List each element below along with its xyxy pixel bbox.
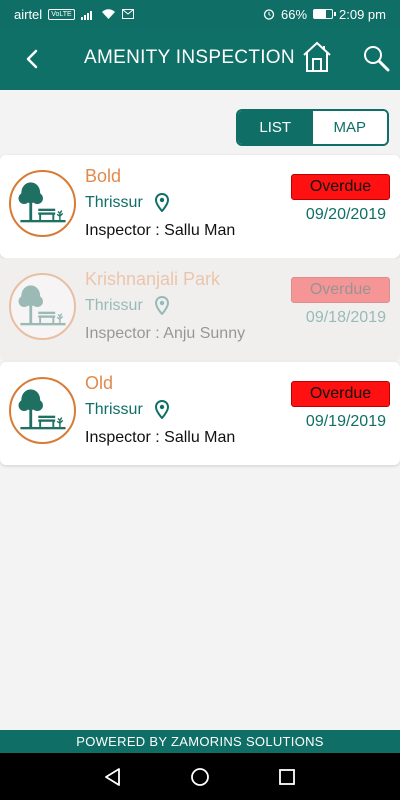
location-text: Thrissur [85, 193, 143, 211]
volte-badge: VoLTE [48, 8, 75, 20]
park-icon [18, 389, 66, 430]
location-row: Thrissur [85, 400, 169, 419]
map-toggle-button[interactable]: MAP [312, 111, 387, 144]
amenity-name: Bold [85, 166, 122, 186]
signal-icon [80, 9, 95, 20]
search-button[interactable] [361, 43, 391, 73]
location-pin-icon[interactable] [154, 296, 169, 315]
park-avatar [9, 273, 76, 340]
location-pin-icon[interactable] [154, 193, 169, 212]
back-arrow-icon [26, 49, 38, 69]
park-icon [18, 182, 66, 223]
alarm-icon [263, 8, 275, 20]
inspector-name: Inspector : Anju Sunny [85, 325, 246, 342]
nav-back-button[interactable] [98, 762, 128, 792]
clock: 2:09 pm [339, 6, 386, 22]
location-text: Thrissur [85, 296, 143, 314]
inspection-date: 09/19/2019 [305, 413, 386, 430]
page-title: AMENITY INSPECTION [84, 47, 295, 68]
mail-icon [121, 9, 134, 19]
status-badge: Overdue [291, 277, 390, 303]
inspection-date: 09/18/2019 [305, 309, 386, 326]
triangle-back-icon [105, 767, 121, 786]
location-row: Thrissur [85, 193, 169, 212]
amenity-name: Krishnanjali Park [85, 269, 221, 289]
inspection-card[interactable]: Krishnanjali Park Thrissur Inspector : A… [0, 258, 400, 361]
inspection-card[interactable]: Bold Thrissur Inspector : Sallu Man Over… [0, 155, 400, 258]
carrier-name: airtel [14, 6, 43, 22]
park-avatar [9, 170, 76, 237]
inspection-card[interactable]: Old Thrissur Inspector : Sallu Man Overd… [0, 362, 400, 465]
view-toggle: LIST MAP [236, 109, 389, 146]
wifi-icon [101, 8, 116, 20]
battery-icon [313, 9, 337, 19]
nav-recents-button[interactable] [272, 762, 302, 792]
inspection-date: 09/20/2019 [305, 206, 386, 223]
inspector-name: Inspector : Sallu Man [85, 429, 236, 446]
park-icon [18, 285, 66, 326]
location-pin-icon[interactable] [154, 400, 169, 419]
search-icon [364, 46, 390, 72]
amenity-name: Old [85, 373, 114, 393]
circle-home-icon [191, 767, 209, 786]
battery-percent: 66% [280, 6, 308, 22]
park-avatar [9, 377, 76, 444]
status-badge: Overdue [291, 381, 390, 407]
powered-by-banner: POWERED BY ZAMORINS SOLUTIONS [0, 730, 400, 753]
home-button[interactable] [301, 40, 333, 74]
status-badge: Overdue [291, 174, 390, 200]
system-nav-bar [0, 753, 400, 800]
location-text: Thrissur [85, 400, 143, 418]
inspector-name: Inspector : Sallu Man [85, 222, 236, 239]
back-button[interactable] [18, 45, 46, 73]
app-bar: AMENITY INSPECTION [0, 28, 400, 90]
status-bar: airtel VoLTE 66% 2:09 pm [0, 0, 400, 28]
location-row: Thrissur [85, 296, 169, 315]
nav-home-button[interactable] [185, 762, 215, 792]
home-icon [303, 41, 331, 72]
list-toggle-button[interactable]: LIST [238, 111, 313, 144]
square-recents-icon [278, 768, 295, 785]
